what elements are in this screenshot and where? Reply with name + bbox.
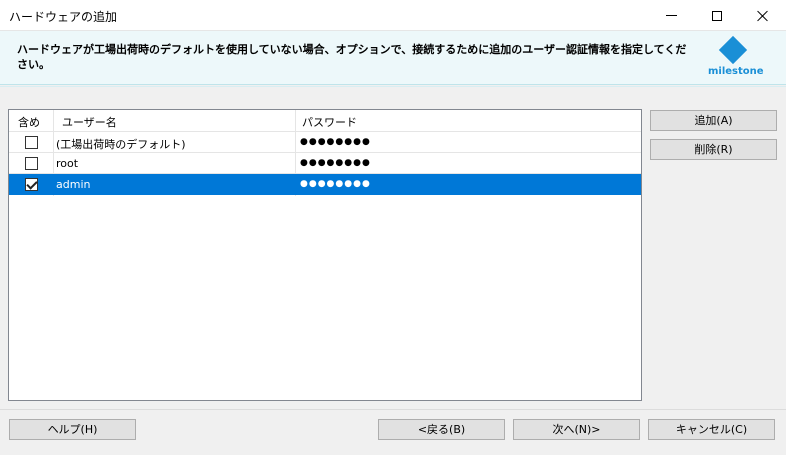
- include-checkbox[interactable]: [25, 136, 38, 149]
- close-button[interactable]: [740, 0, 786, 31]
- header-divider: [0, 86, 786, 87]
- password-cell[interactable]: ●●●●●●●●: [300, 179, 371, 189]
- username-cell[interactable]: admin: [56, 178, 90, 191]
- username-cell[interactable]: root: [56, 157, 78, 170]
- maximize-icon: [712, 10, 722, 21]
- footer-divider: [0, 409, 786, 410]
- column-header-username[interactable]: ユーザー名: [62, 114, 117, 130]
- cancel-button[interactable]: キャンセル(C): [648, 419, 775, 440]
- column-header-include[interactable]: 含め: [18, 114, 40, 130]
- table-row[interactable]: root ●●●●●●●●: [9, 153, 641, 174]
- minimize-button[interactable]: [648, 0, 694, 31]
- table-row[interactable]: admin ●●●●●●●●: [9, 174, 641, 195]
- include-checkbox[interactable]: [25, 157, 38, 170]
- milestone-logo: milestone: [700, 35, 770, 82]
- column-header-password[interactable]: パスワード: [302, 114, 357, 130]
- wizard-header: ハードウェアが工場出荷時のデフォルトを使用していない場合、オプションで、接続する…: [0, 31, 786, 85]
- logo-text: milestone: [708, 66, 764, 77]
- minimize-icon: [665, 15, 677, 16]
- grid-header: 含め ユーザー名 パスワード: [9, 110, 641, 132]
- password-cell[interactable]: ●●●●●●●●: [300, 158, 371, 168]
- table-row[interactable]: (工場出荷時のデフォルト) ●●●●●●●●: [9, 132, 641, 153]
- password-cell[interactable]: ●●●●●●●●: [300, 137, 371, 147]
- help-button[interactable]: ヘルプ(H): [9, 419, 136, 440]
- milestone-diamond-icon: [718, 35, 748, 65]
- remove-button[interactable]: 削除(R): [650, 139, 777, 160]
- close-icon: [757, 10, 769, 22]
- username-cell[interactable]: (工場出荷時のデフォルト): [56, 136, 186, 152]
- instruction-text: ハードウェアが工場出荷時のデフォルトを使用していない場合、オプションで、接続する…: [17, 43, 687, 71]
- next-button[interactable]: 次へ(N)>: [513, 419, 640, 440]
- title-bar: ハードウェアの追加: [0, 0, 786, 31]
- window-title: ハードウェアの追加: [9, 10, 118, 24]
- back-button[interactable]: <戻る(B): [378, 419, 505, 440]
- include-checkbox[interactable]: [25, 178, 38, 191]
- add-button[interactable]: 追加(A): [650, 110, 777, 131]
- maximize-button[interactable]: [694, 0, 740, 31]
- credentials-grid[interactable]: 含め ユーザー名 パスワード (工場出荷時のデフォルト) ●●●●●●●● ro…: [8, 109, 642, 401]
